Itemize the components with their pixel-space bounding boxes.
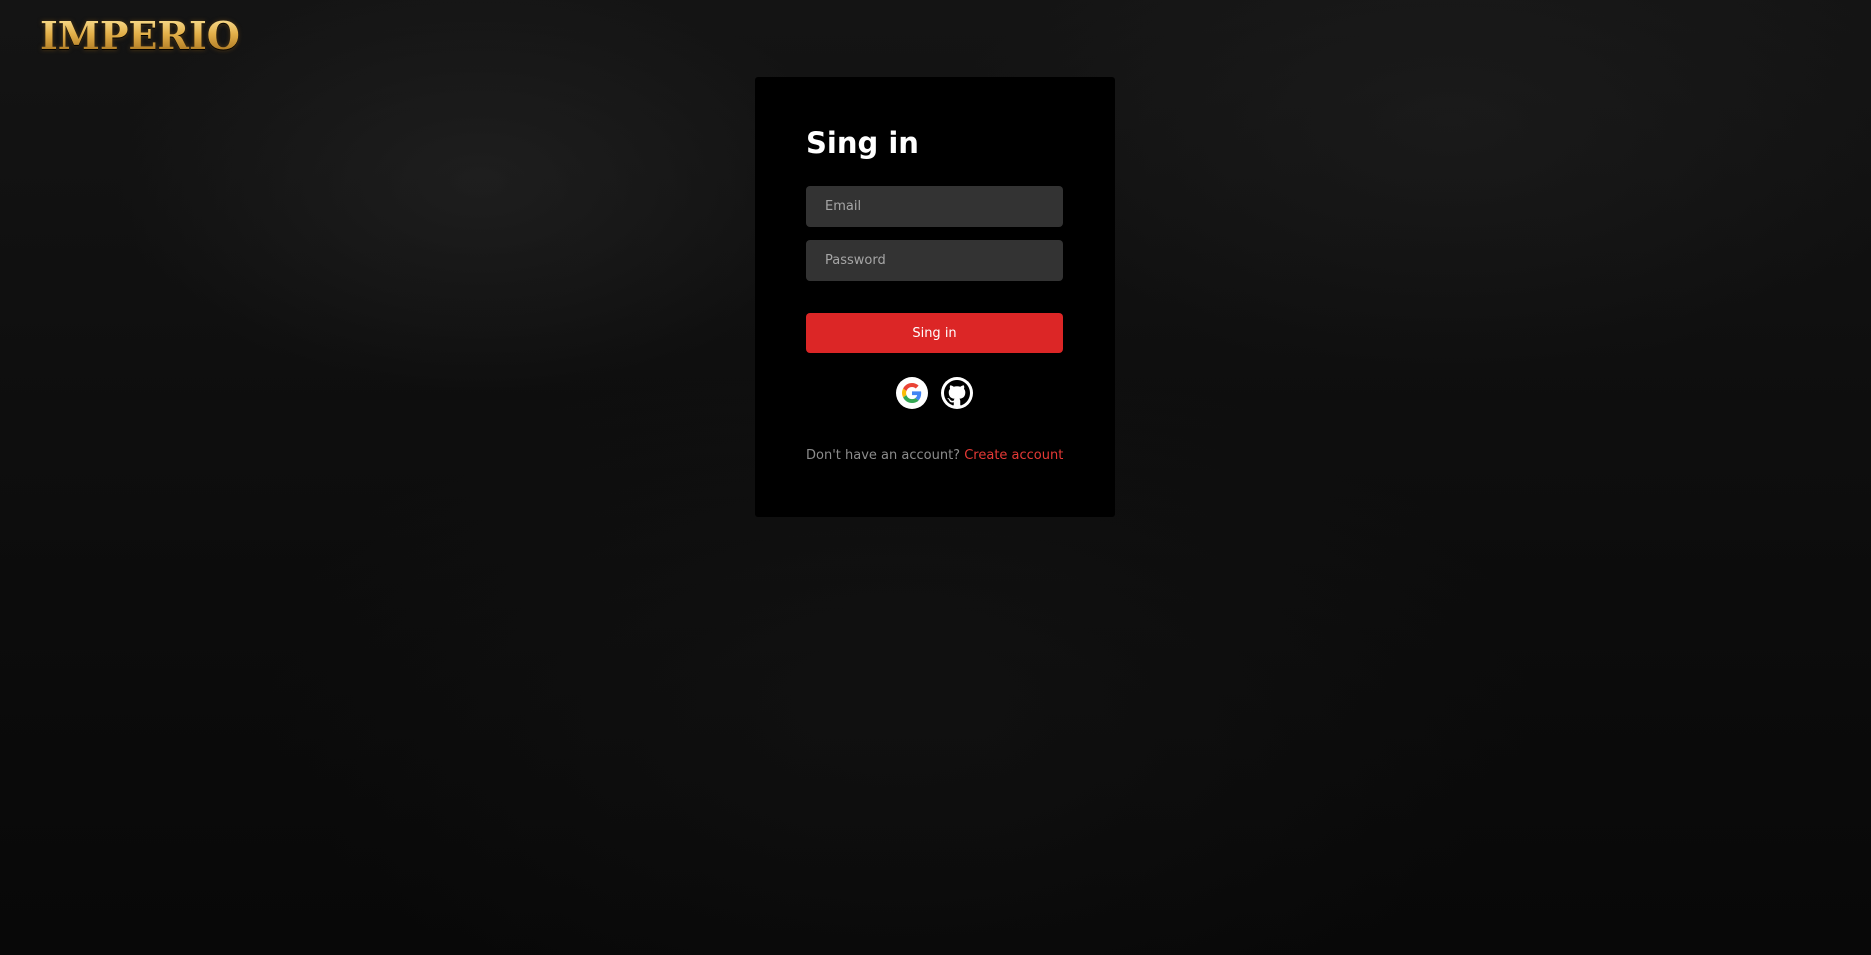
- google-sign-in-button[interactable]: [896, 377, 928, 409]
- no-account-text: Don't have an account?: [806, 448, 961, 463]
- email-field[interactable]: [806, 186, 1063, 227]
- sign-in-card: Sing in Sing in Don't have an account? C…: [755, 77, 1115, 517]
- github-sign-in-button[interactable]: [941, 377, 973, 409]
- github-icon: [944, 380, 970, 406]
- create-account-link[interactable]: Create account: [964, 448, 1063, 463]
- page-title: Sing in: [806, 126, 919, 160]
- password-field[interactable]: [806, 240, 1063, 281]
- imperio-logo[interactable]: IMPERIO: [40, 14, 240, 58]
- create-account-prompt: Don't have an account? Create account: [806, 448, 1063, 463]
- sign-in-button[interactable]: Sing in: [806, 313, 1063, 353]
- google-icon: [902, 383, 922, 403]
